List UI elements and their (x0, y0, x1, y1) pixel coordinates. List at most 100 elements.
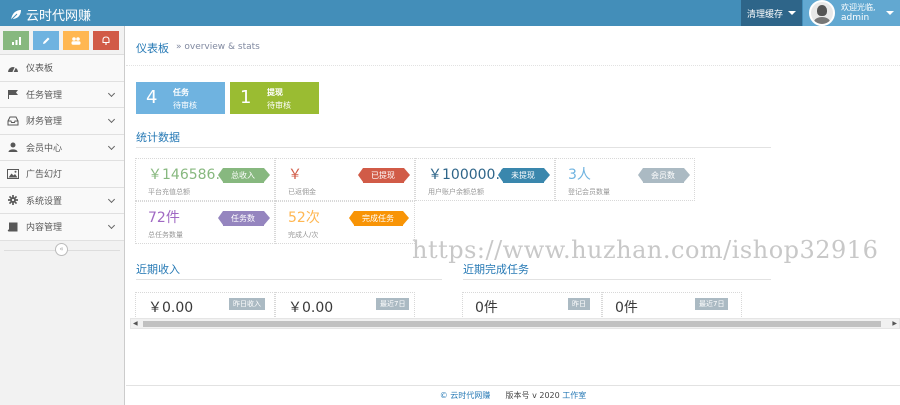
pending-tasks-infobox[interactable]: 4 任务 待审核 (136, 82, 225, 114)
stat-total-income: ￥146586.0 平台充值总额 总收入 (135, 158, 275, 201)
inbox-icon (7, 116, 19, 126)
book-icon (7, 222, 18, 232)
leaf-icon (10, 9, 21, 20)
infobox-sublabel: 待审核 (267, 101, 291, 110)
stat-tag: 总收入 (218, 168, 270, 183)
stat-tag: 完成任务 (349, 211, 409, 226)
picture-icon (7, 168, 19, 179)
scroll-left-icon[interactable]: ◀ (133, 320, 138, 327)
sidebar-item-label: 任务管理 (26, 90, 63, 101)
footer-version: 版本号 v 2020 (505, 391, 560, 400)
infobox-label: 任务 (173, 88, 189, 97)
scrollbar-thumb[interactable] (143, 321, 881, 327)
chevron-down-icon (107, 115, 116, 124)
pencil-icon (43, 37, 50, 44)
pending-withdraw-infobox[interactable]: 1 提现 待审核 (230, 82, 319, 114)
clear-cache-menu[interactable]: 清理缓存 (741, 0, 802, 26)
sidebar-item-members[interactable]: 会员中心 (0, 134, 124, 161)
stat-tag: 未提现 (498, 168, 550, 183)
user-icon (8, 142, 18, 153)
stat-tag: 会员数 (638, 168, 690, 183)
stats-section-title: 统计数据 (136, 131, 180, 144)
shortcut-settings-button[interactable] (93, 31, 119, 50)
user-menu[interactable]: 欢迎光临, admin (803, 0, 900, 26)
tasks-value: 0件 (615, 300, 638, 316)
footer-studio-link[interactable]: 工作室 (562, 391, 586, 400)
stat-caption: 登记会员数量 (568, 188, 610, 196)
tasks-divider (463, 279, 771, 280)
stat-tag: 已提现 (358, 168, 410, 183)
footer: © 云时代网赚 版本号 v 2020 工作室 (126, 385, 900, 405)
infobox-label: 提现 (267, 88, 283, 97)
sidebar-item-label: 会员中心 (26, 143, 63, 154)
sidebar-item-label: 仪表板 (26, 64, 54, 75)
chevron-down-icon (107, 142, 116, 150)
income-section-title: 近期收入 (136, 263, 180, 276)
caret-down-icon (788, 11, 797, 15)
tasks-badge: 昨日 (568, 298, 590, 310)
stat-tasks: 72件 总任务数量 任务数 (135, 201, 275, 244)
stat-value: 52次 (288, 210, 320, 226)
stat-tag: 任务数 (218, 211, 270, 226)
stat-caption: 总任务数量 (148, 231, 183, 239)
shortcut-buttons (0, 26, 124, 55)
shortcut-edit-button[interactable] (33, 31, 59, 50)
sidebar-item-label: 广告幻灯 (26, 170, 63, 181)
income-7days-box: ￥0.00 最近7日 (275, 292, 415, 319)
avatar (809, 0, 835, 26)
sidebar-item-ads[interactable]: 广告幻灯 (0, 161, 124, 188)
shortcut-stats-button[interactable] (3, 31, 29, 50)
stat-withdrawn: ￥ 已返佣金 已提现 (275, 158, 415, 201)
income-value: ￥0.00 (148, 300, 194, 316)
sidebar-item-label: 财务管理 (26, 117, 63, 128)
main-content: 仪表板 » overview & stats 4 任务 待审核 1 提现 待审核… (126, 26, 900, 405)
top-navbar: 云时代网赚 清理缓存 欢迎光临, admin (0, 0, 900, 26)
stat-caption: 完成人/次 (288, 231, 319, 239)
sidebar-item-settings[interactable]: 系统设置 (0, 187, 124, 214)
brand-logo[interactable]: 云时代网赚 (10, 5, 91, 24)
bell-icon (102, 36, 110, 45)
shortcut-users-button[interactable] (63, 31, 89, 50)
sidebar-item-dashboard[interactable]: 仪表板 (0, 55, 124, 82)
users-icon (71, 36, 81, 45)
tasks-value: 0件 (475, 300, 498, 316)
stat-value: 72件 (148, 210, 180, 226)
footer-copyright-icon: © (439, 391, 448, 400)
sidebar-item-finance[interactable]: 财务管理 (0, 108, 124, 135)
tasks-badge: 最近7日 (695, 298, 729, 310)
sidebar-item-tasks[interactable]: 任务管理 (0, 81, 124, 108)
stat-caption: 用户账户余额总额 (428, 188, 484, 196)
footer-brand: 云时代网赚 (450, 391, 491, 400)
signal-icon (11, 36, 21, 45)
tasks-yesterday-box: 0件 昨日 (462, 292, 602, 319)
income-value: ￥0.00 (288, 300, 334, 316)
infobox-number: 4 (146, 87, 158, 108)
welcome-text: 欢迎光临, (841, 3, 876, 12)
clear-cache-label: 清理缓存 (747, 9, 784, 20)
flag-icon (8, 90, 18, 100)
stat-caption: 已返佣金 (288, 188, 316, 196)
horizontal-scrollbar[interactable]: ◀ ▶ (130, 318, 900, 329)
scroll-right-icon[interactable]: ▶ (892, 320, 897, 327)
gear-icon (8, 195, 18, 206)
infobox-number: 1 (240, 87, 252, 108)
brand-name: 云时代网赚 (26, 9, 92, 24)
watermark-text: https://www.huzhan.com/ishop32916 (412, 236, 879, 264)
caret-down-icon (885, 11, 894, 15)
stat-value: ￥146586.0 (148, 167, 228, 183)
infobox-sublabel: 待审核 (173, 101, 197, 110)
sidebar-item-label: 内容管理 (26, 223, 63, 234)
dashboard-icon (8, 66, 18, 73)
income-badge: 昨日收入 (229, 298, 265, 310)
stat-not-withdrawn: ￥100000.9 用户账户余额总额 未提现 (415, 158, 555, 201)
sidebar: 仪表板 任务管理 财务管理 会员中心 广告幻灯 系统设置 内容管理 « (0, 26, 125, 405)
page-subtitle: » overview & stats (176, 42, 260, 52)
collapse-sidebar-button[interactable]: « (55, 242, 68, 256)
breadcrumb: 仪表板 » overview & stats (126, 26, 900, 66)
sidebar-item-label: 系统设置 (26, 196, 63, 207)
sidebar-item-content[interactable]: 内容管理 (0, 214, 124, 241)
income-yesterday-box: ￥0.00 昨日收入 (135, 292, 275, 319)
stats-divider (136, 147, 771, 148)
tasks-7days-box: 0件 最近7日 (602, 292, 742, 319)
income-divider (136, 279, 442, 280)
